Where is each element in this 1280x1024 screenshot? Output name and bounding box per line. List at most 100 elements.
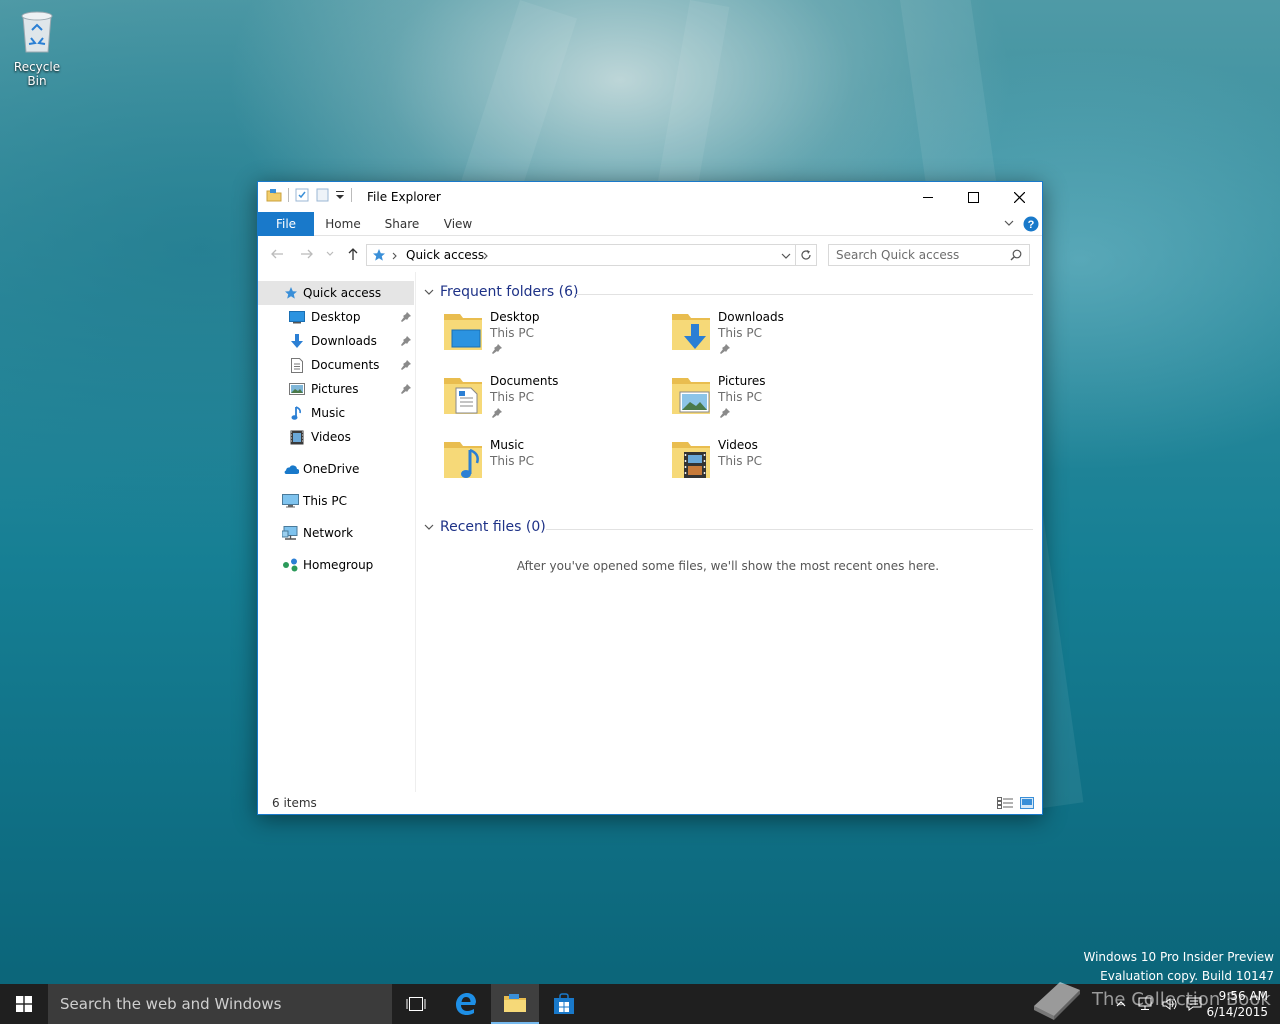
content-pane: Frequent folders (6) Desktop This PC Dow… [418, 272, 1038, 792]
details-view-icon[interactable] [997, 797, 1013, 809]
sidebar-item-label: Network [303, 526, 354, 540]
sidebar-item-label: Videos [311, 430, 351, 444]
documents-icon [288, 356, 306, 374]
task-view-icon [406, 997, 426, 1011]
sidebar-item-quick-access[interactable]: Quick access [258, 281, 414, 305]
address-location[interactable]: Quick access [406, 248, 484, 262]
minimize-icon [923, 197, 933, 198]
folder-location: This PC [490, 390, 534, 404]
onedrive-cloud-icon [281, 460, 299, 478]
this-pc-monitor-icon [281, 492, 299, 510]
folder-tile-pictures[interactable]: Pictures This PC [670, 372, 890, 432]
close-button[interactable] [996, 182, 1042, 212]
recycle-bin-desktop-icon[interactable]: Recycle Bin [4, 8, 70, 88]
refresh-icon[interactable] [800, 249, 812, 261]
sidebar-item-network[interactable]: Network [258, 521, 414, 545]
tab-home[interactable]: Home [322, 212, 364, 236]
tab-file[interactable]: File [258, 212, 314, 236]
videos-folder-icon [672, 442, 710, 478]
sidebar-item-label: This PC [303, 494, 347, 508]
edge-browser-button[interactable] [442, 984, 490, 1024]
new-folder-icon[interactable] [315, 188, 329, 202]
expand-ribbon-chevron-icon[interactable] [1004, 220, 1014, 227]
start-button[interactable] [0, 984, 48, 1024]
folder-location: This PC [718, 454, 762, 468]
navigation-pane: Quick access Desktop Downloads Documents [258, 272, 416, 792]
title-bar: File Explorer [258, 182, 1042, 212]
recent-locations-chevron-icon[interactable] [326, 251, 334, 257]
sidebar-item-onedrive[interactable]: OneDrive [258, 457, 414, 481]
file-explorer-folder-icon [504, 994, 526, 1012]
recycle-bin-label: Recycle Bin [13, 60, 61, 88]
back-arrow-icon[interactable] [270, 247, 284, 261]
sidebar-item-documents[interactable]: Documents [258, 353, 414, 377]
forward-arrow-icon[interactable] [300, 247, 314, 261]
folder-name: Desktop [490, 310, 540, 324]
search-input[interactable] [829, 245, 999, 265]
maximize-button[interactable] [950, 182, 996, 212]
folder-tile-downloads[interactable]: Downloads This PC [670, 308, 890, 368]
folder-location: This PC [718, 390, 762, 404]
pin-icon [720, 344, 730, 354]
folder-location: This PC [718, 326, 762, 340]
breadcrumb-chevron-icon[interactable] [483, 252, 489, 260]
folder-tile-documents[interactable]: Documents This PC [442, 372, 662, 432]
folder-tile-music[interactable]: Music This PC [442, 436, 662, 496]
windows-logo-icon [16, 996, 32, 1012]
frequent-folders-title: Frequent folders (6) [440, 284, 579, 300]
address-separator [795, 245, 796, 265]
folder-name: Documents [490, 374, 559, 388]
desktop-icon [288, 308, 306, 326]
breadcrumb-chevron-icon[interactable] [392, 252, 398, 260]
up-arrow-icon[interactable] [346, 247, 360, 261]
sidebar-item-label: OneDrive [303, 462, 360, 476]
group-divider [546, 529, 1033, 530]
build-watermark-line1: Windows 10 Pro Insider Preview [1083, 950, 1274, 964]
downloads-folder-icon [672, 314, 710, 350]
collapse-chevron-icon [424, 524, 434, 530]
taskbar-search-box[interactable]: Search the web and Windows [48, 984, 392, 1024]
sidebar-item-this-pc[interactable]: This PC [258, 489, 414, 513]
quick-access-toolbar [266, 188, 352, 202]
file-explorer-window: File Explorer File Home Share View ? Qui… [257, 181, 1043, 815]
downloads-arrow-icon [288, 332, 306, 350]
folder-name: Videos [718, 438, 758, 452]
search-icon[interactable] [1010, 249, 1022, 261]
pin-icon [492, 344, 502, 354]
minimize-button[interactable] [905, 182, 951, 212]
folder-name: Downloads [718, 310, 784, 324]
pin-icon [492, 408, 502, 418]
tab-share[interactable]: Share [382, 212, 422, 236]
pin-icon [401, 384, 411, 394]
sidebar-item-downloads[interactable]: Downloads [258, 329, 414, 353]
sidebar-item-videos[interactable]: Videos [258, 425, 414, 449]
sidebar-item-music[interactable]: Music [258, 401, 414, 425]
large-icons-view-icon[interactable] [1020, 797, 1034, 809]
sidebar-item-desktop[interactable]: Desktop [258, 305, 414, 329]
ribbon-tabs: File Home Share View ? [258, 212, 1042, 236]
customize-toolbar-chevron-icon[interactable] [335, 188, 345, 202]
sidebar-item-label: Documents [311, 358, 380, 372]
file-explorer-taskbar-button[interactable] [491, 984, 539, 1024]
network-icon [281, 524, 299, 542]
store-button[interactable] [540, 984, 588, 1024]
videos-film-icon [288, 428, 306, 446]
music-note-icon [288, 404, 306, 422]
pictures-folder-icon [672, 378, 710, 414]
task-view-button[interactable] [392, 984, 440, 1024]
frequent-folders-header[interactable]: Frequent folders (6) [424, 284, 579, 300]
folder-tile-videos[interactable]: Videos This PC [670, 436, 890, 496]
help-icon[interactable]: ? [1023, 216, 1039, 232]
recent-files-header[interactable]: Recent files (0) [424, 519, 546, 535]
quick-access-star-icon [282, 284, 300, 302]
tab-view[interactable]: View [440, 212, 476, 236]
address-bar[interactable]: Quick access [366, 244, 817, 266]
item-count: 6 items [272, 796, 317, 810]
address-history-chevron-icon[interactable] [781, 253, 791, 260]
search-box[interactable] [828, 244, 1030, 266]
documents-folder-icon [444, 378, 482, 414]
sidebar-item-pictures[interactable]: Pictures [258, 377, 414, 401]
folder-tile-desktop[interactable]: Desktop This PC [442, 308, 662, 368]
properties-icon[interactable] [295, 188, 309, 202]
sidebar-item-homegroup[interactable]: Homegroup [258, 553, 414, 577]
